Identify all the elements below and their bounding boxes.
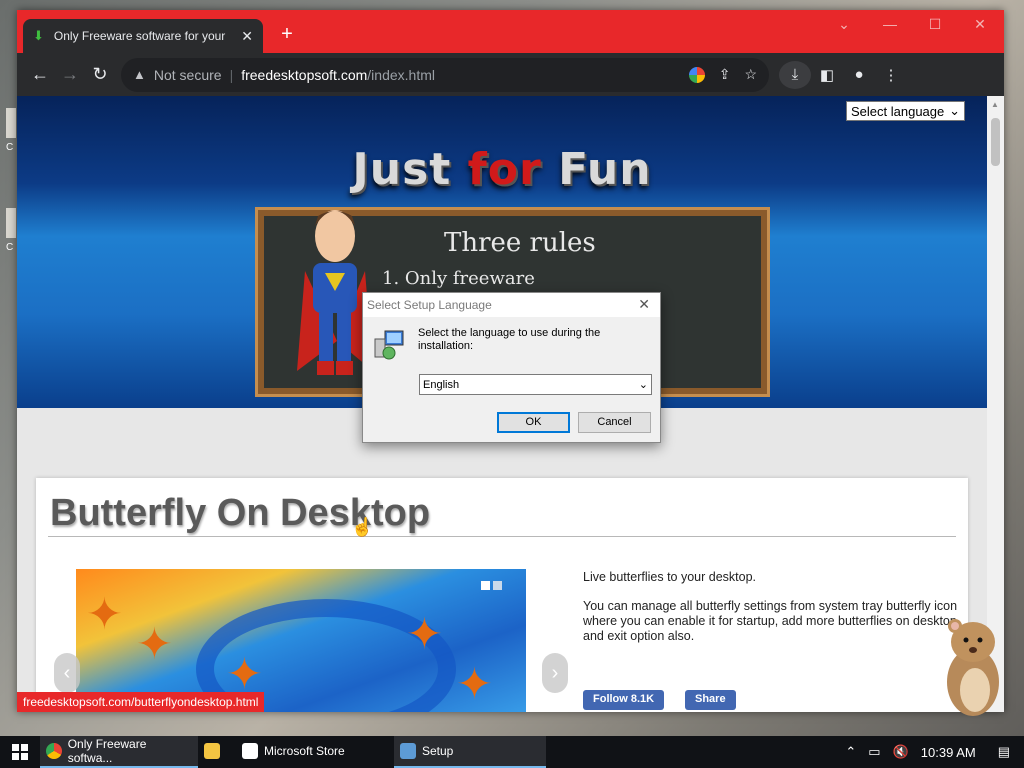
facebook-share-button[interactable]: Share xyxy=(685,690,736,710)
close-window-button[interactable]: ✕ xyxy=(970,16,990,33)
hero-title-just: Just xyxy=(352,144,452,195)
butterfly-image: ✦ xyxy=(136,620,173,669)
tab-search-icon[interactable]: ⌄ xyxy=(834,16,854,33)
volume-muted-icon[interactable]: 🔇 xyxy=(893,744,909,760)
downloads-icon[interactable]: ⤓ xyxy=(779,60,811,89)
language-select[interactable]: Select language ⌄ xyxy=(846,101,965,121)
back-button[interactable]: ← xyxy=(25,64,55,85)
bookmark-star-icon[interactable]: ☆ xyxy=(744,66,757,83)
board-heading: Three rules xyxy=(444,228,596,258)
clock[interactable]: 10:39 AM xyxy=(921,745,976,760)
network-icon[interactable]: ▭ xyxy=(868,744,880,760)
taskbar-item-label: Only Freeware softwa... xyxy=(67,737,147,765)
system-tray: ⌃ ▭ 🔇 10:39 AM ▤ xyxy=(839,736,1024,768)
forward-button[interactable]: → xyxy=(55,64,85,85)
setup-language-dialog: Select Setup Language ✕ Select the langu… xyxy=(362,292,661,443)
chevron-up-icon[interactable]: ⌃ xyxy=(845,744,856,760)
product-description: Live butterflies to your desktop. You ca… xyxy=(583,570,963,658)
reload-button[interactable]: ↻ xyxy=(85,64,115,85)
chevron-down-icon: ⌄ xyxy=(638,379,648,391)
product-card: Butterfly On Desktop ✦ ✦ ✦ ✦ ✦ ‹ › Live … xyxy=(36,478,968,712)
hero-title: Just for Fun xyxy=(17,144,987,195)
title-divider xyxy=(48,536,956,537)
menu-icon[interactable]: ⋮ xyxy=(875,66,907,84)
folder-icon xyxy=(204,743,220,759)
store-icon xyxy=(242,743,258,759)
taskbar-item-microsoft-store[interactable]: Microsoft Store xyxy=(236,736,394,768)
tab-title: Only Freeware software for your xyxy=(53,29,226,43)
scroll-up-icon[interactable]: ▲ xyxy=(991,100,999,109)
slider-dots[interactable] xyxy=(478,579,502,593)
status-bar-url: freedesktopsoft.com/butterflyondesktop.h… xyxy=(17,692,265,712)
facebook-follow-button[interactable]: Follow 8.1K xyxy=(583,690,665,710)
setup-icon xyxy=(400,743,416,759)
taskbar-item-setup[interactable]: Setup xyxy=(394,736,546,768)
profile-icon[interactable]: ● xyxy=(843,66,875,83)
dialog-title: Select Setup Language xyxy=(367,298,492,312)
address-bar[interactable]: ▲ Not secure | freedesktopsoft.com/index… xyxy=(121,57,769,92)
dialog-prompt: Select the language to use during the in… xyxy=(418,327,601,352)
dialog-titlebar: Select Setup Language ✕ xyxy=(363,293,660,317)
chevron-down-icon: ⌄ xyxy=(949,103,960,118)
url-path: /index.html xyxy=(367,66,435,83)
side-panel-icon[interactable]: ◧ xyxy=(811,66,843,84)
browser-titlebar: ⬇ Only Freeware software for your ✕ + ⌄ … xyxy=(17,10,1004,53)
browser-tab[interactable]: ⬇ Only Freeware software for your ✕ xyxy=(23,19,263,53)
taskbar-item-label: Setup xyxy=(422,744,454,758)
product-screenshot-image[interactable]: ✦ ✦ ✦ ✦ ✦ xyxy=(76,569,526,712)
description-line-2: You can manage all butterfly settings fr… xyxy=(583,599,958,643)
setup-computer-icon xyxy=(374,330,404,360)
cancel-button[interactable]: Cancel xyxy=(578,412,651,433)
minimize-button[interactable]: — xyxy=(880,16,900,32)
butterfly-image: ✦ xyxy=(86,590,123,639)
language-dropdown[interactable]: English ⌄ xyxy=(419,374,652,395)
notification-icon[interactable]: ▤ xyxy=(998,744,1010,760)
taskbar-item-file-explorer[interactable] xyxy=(198,736,236,768)
google-translate-icon[interactable] xyxy=(688,66,705,83)
new-tab-button[interactable]: + xyxy=(275,22,299,46)
dialog-close-button[interactable]: ✕ xyxy=(638,296,650,313)
taskbar-item-chrome[interactable]: Only Freeware softwa... xyxy=(40,736,198,768)
share-label: Share xyxy=(695,693,726,705)
not-secure-label[interactable]: Not secure xyxy=(154,67,222,83)
slider-next-button[interactable]: › xyxy=(542,653,568,693)
url-separator: | xyxy=(229,66,234,83)
language-select-value: Select language xyxy=(851,103,945,119)
butterfly-image: ✦ xyxy=(406,610,443,659)
description-line-1: Live butterflies to your desktop. xyxy=(583,570,757,584)
ok-button[interactable]: OK xyxy=(497,412,570,433)
start-button[interactable] xyxy=(0,736,40,768)
hero-title-for: for xyxy=(467,144,542,195)
chrome-icon xyxy=(46,743,62,759)
close-tab-icon[interactable]: ✕ xyxy=(241,28,253,45)
browser-toolbar: ← → ↻ ▲ Not secure | freedesktopsoft.com… xyxy=(17,53,1004,96)
taskbar-item-label: Microsoft Store xyxy=(264,744,345,758)
warning-icon[interactable]: ▲ xyxy=(133,67,146,82)
hero-title-fun: Fun xyxy=(558,144,652,195)
maximize-button[interactable]: ☐ xyxy=(925,16,945,33)
scrollbar-thumb[interactable] xyxy=(991,118,1000,166)
taskbar: Only Freeware softwa... Microsoft Store … xyxy=(0,736,1024,768)
download-favicon-icon: ⬇ xyxy=(33,28,44,43)
follow-label: Follow 8.1K xyxy=(593,693,655,705)
slider-prev-button[interactable]: ‹ xyxy=(54,653,80,693)
share-icon[interactable]: ⇪ xyxy=(719,66,731,83)
url-host: freedesktopsoft.com xyxy=(241,66,368,83)
language-dropdown-value: English xyxy=(423,378,460,391)
windows-logo-icon xyxy=(12,744,28,760)
butterfly-image: ✦ xyxy=(456,660,493,709)
hamster-mascot-image xyxy=(947,619,999,716)
hand-cursor-icon: ☝ xyxy=(351,517,374,537)
board-rule-1: 1. Only freeware xyxy=(382,268,535,289)
